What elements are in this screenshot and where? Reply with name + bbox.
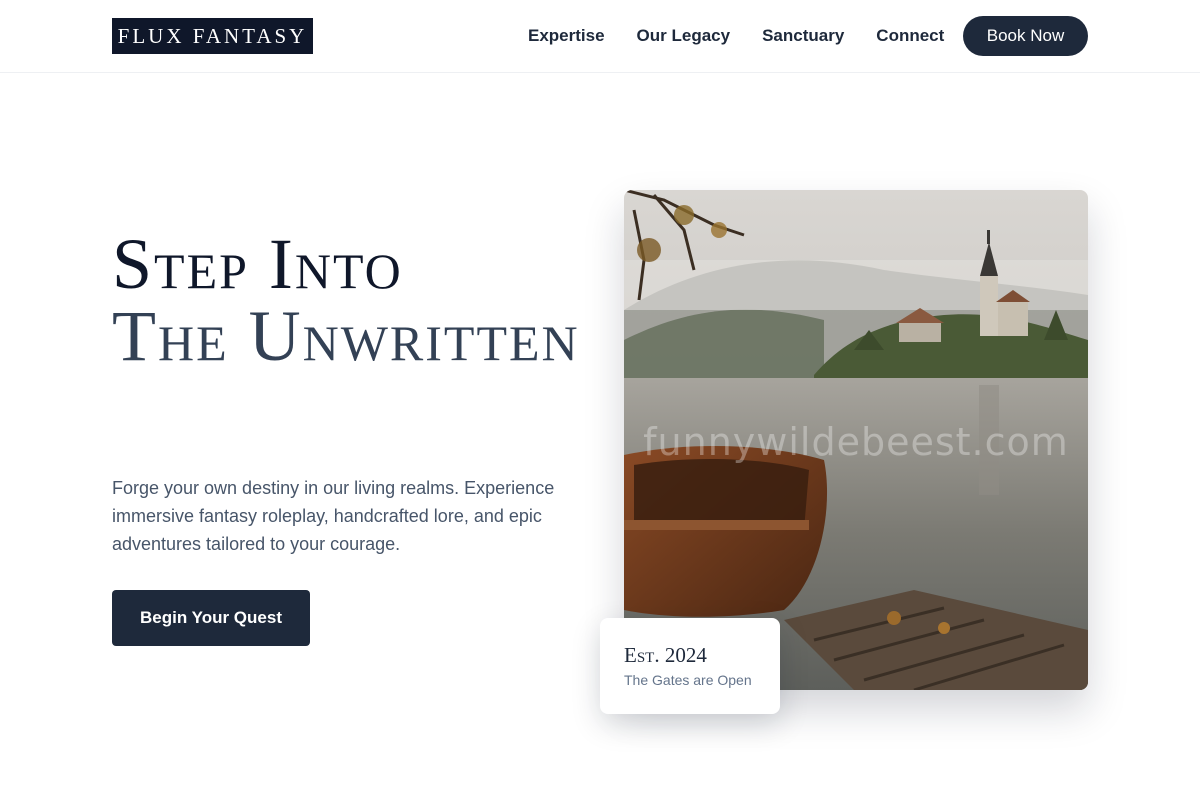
site-header: FLUX FANTASY Expertise Our Legacy Sanctu… [0, 0, 1200, 73]
logo[interactable]: FLUX FANTASY [112, 18, 313, 54]
main-nav: Expertise Our Legacy Sanctuary Connect [528, 16, 976, 56]
image-watermark: funnywildebeest.com [643, 420, 1069, 464]
est-year: Est. 2024 [624, 643, 707, 667]
hero-description: Forge your own destiny in our living rea… [112, 478, 555, 554]
nav-link-sanctuary[interactable]: Sanctuary [762, 26, 844, 46]
established-badge: Est. 2024 The Gates are Open [600, 618, 780, 714]
est-subtitle: The Gates are Open [624, 672, 752, 688]
hero-title-line2: The Unwritten [112, 296, 580, 376]
nav-link-our-legacy[interactable]: Our Legacy [637, 26, 731, 46]
hero-title: Step Into The Unwritten [112, 228, 582, 372]
hero-title-line1: Step Into [112, 224, 403, 304]
nav-link-expertise[interactable]: Expertise [528, 26, 605, 46]
begin-quest-button[interactable]: Begin Your Quest [112, 590, 310, 646]
nav-link-connect[interactable]: Connect [876, 26, 944, 46]
hero-image: funnywildebeest.com [624, 190, 1088, 690]
book-now-button[interactable]: Book Now [963, 16, 1088, 56]
